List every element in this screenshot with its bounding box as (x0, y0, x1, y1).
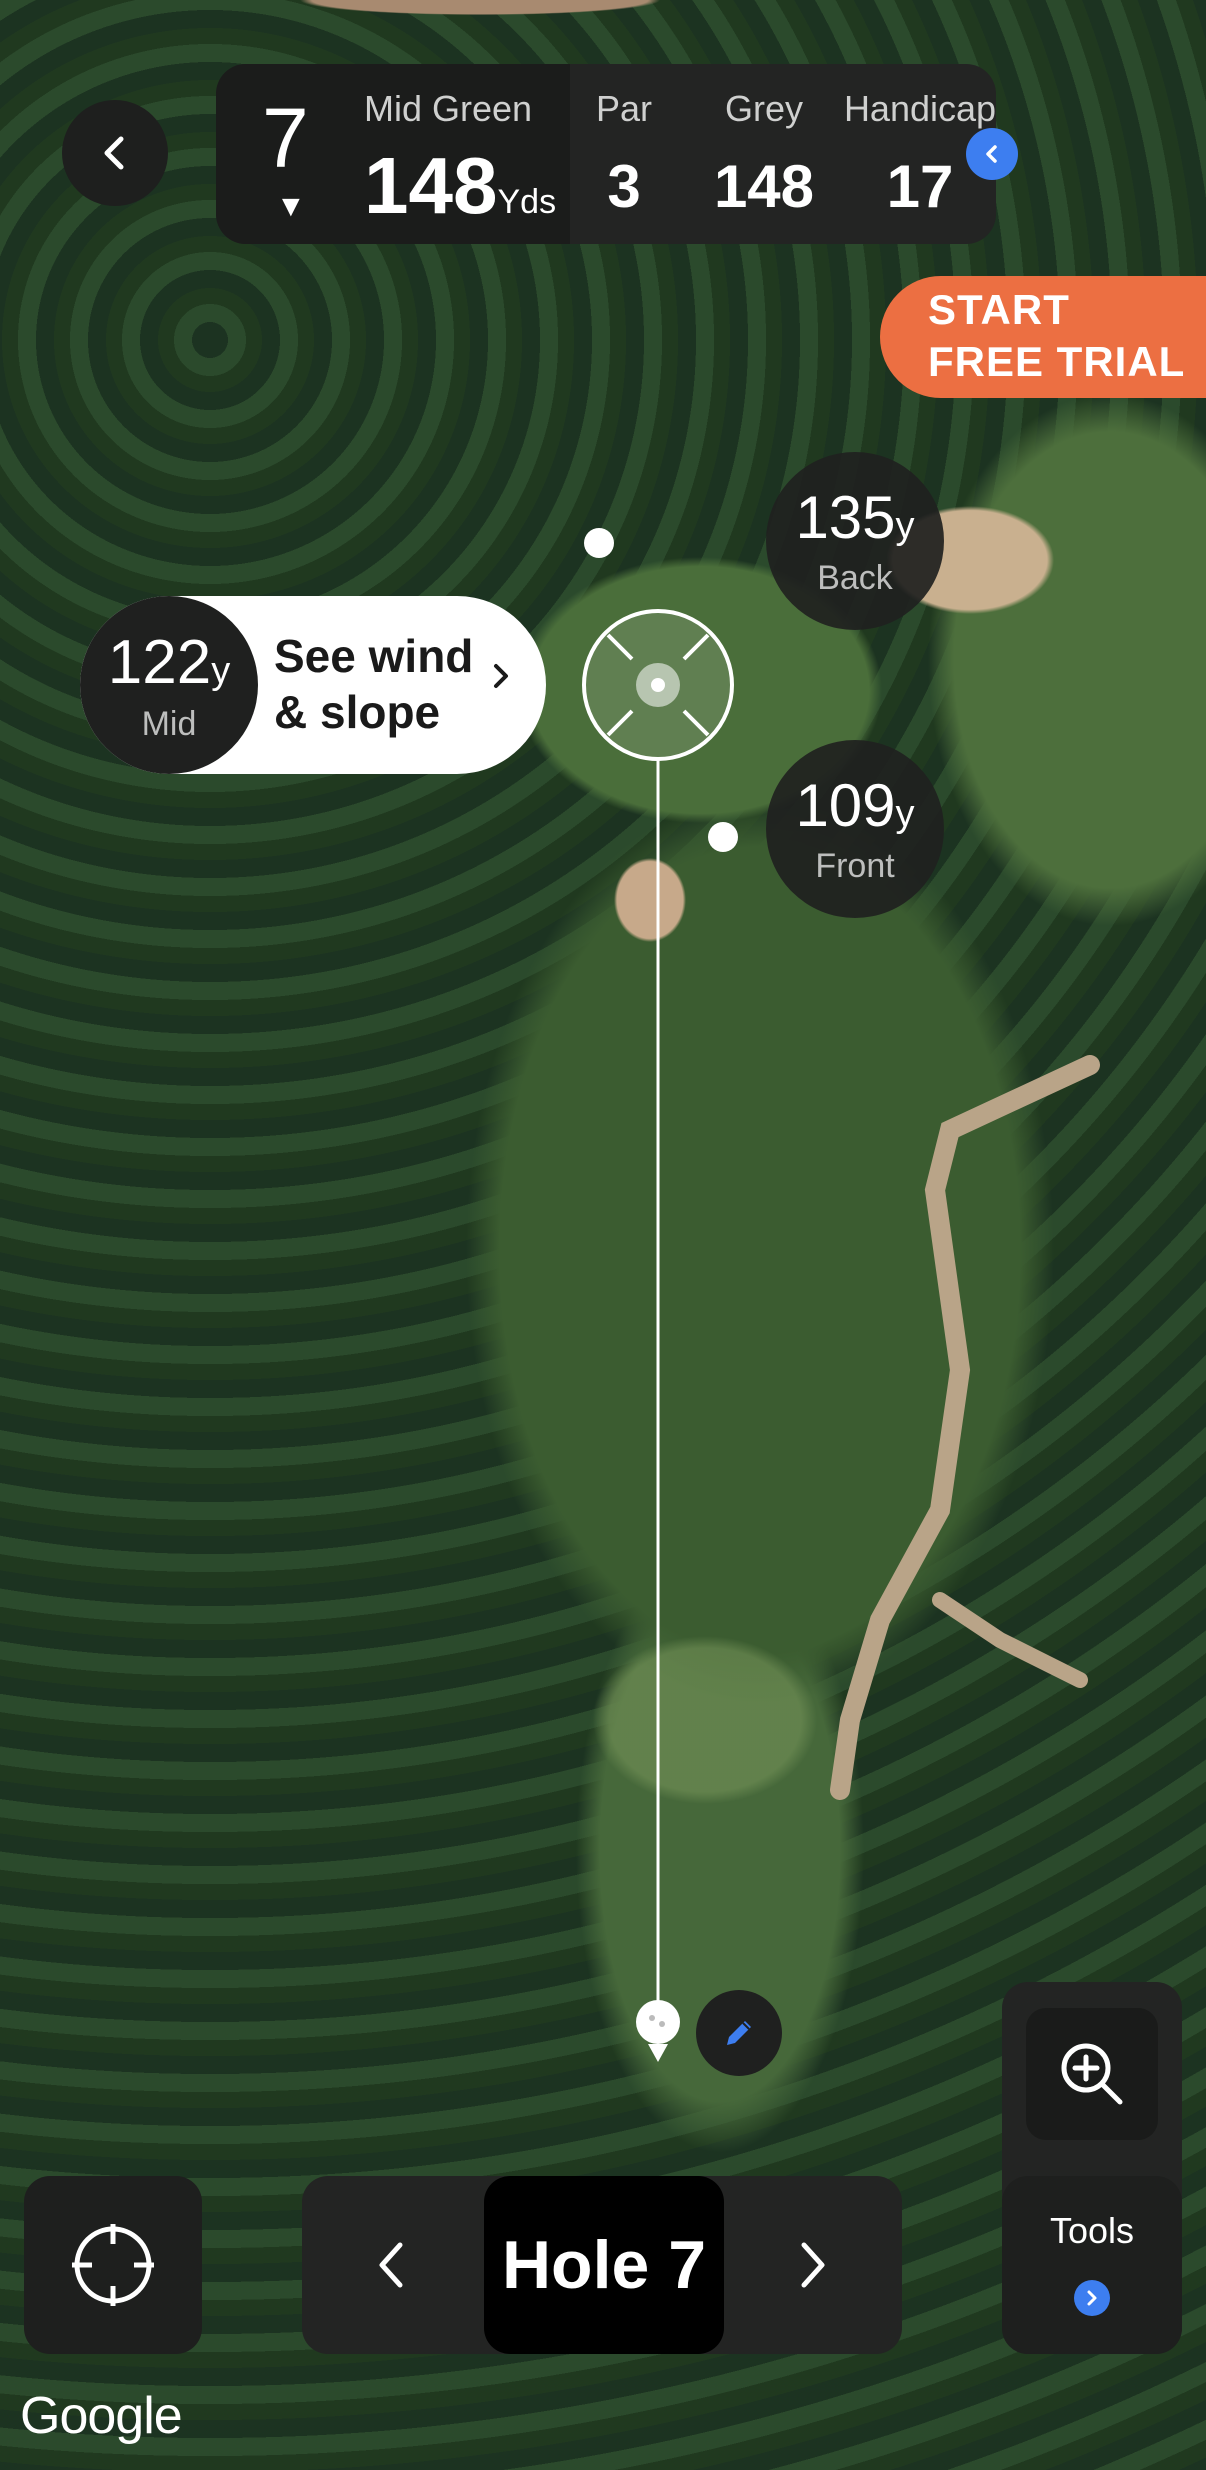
mid-distance-badge: 122y Mid (80, 596, 258, 774)
wind-line-1: See wind (274, 630, 474, 682)
front-distance-label: Front (815, 847, 895, 885)
wind-slope-label: See wind & slope (274, 628, 473, 740)
caret-down-icon: ▼ (276, 190, 306, 223)
wind-slope-button[interactable]: 122y Mid See wind & slope (80, 596, 546, 774)
hole-number: 7 (262, 91, 309, 185)
mid-distance-unit: y (211, 650, 231, 692)
header-collapse-button[interactable] (966, 128, 1018, 180)
map-attribution: Google (20, 2387, 183, 2445)
mid-green-unit: Yds (497, 183, 557, 221)
back-distance-label: Back (817, 559, 893, 597)
hole-navigator: Hole 7 (302, 2176, 902, 2354)
target-reticle-icon[interactable] (582, 609, 734, 761)
tee-yardage: 148 (713, 153, 815, 220)
wind-line-2: & slope (274, 686, 441, 738)
zoom-in-button[interactable] (1026, 2008, 1158, 2140)
trial-line-1: START (928, 286, 1070, 333)
current-hole-label[interactable]: Hole 7 (484, 2176, 724, 2354)
back-button[interactable] (62, 100, 168, 206)
recenter-location-button[interactable] (24, 2176, 202, 2354)
back-marker (584, 528, 614, 558)
front-distance-value: 109 (795, 772, 896, 839)
front-distance-badge: 109y Front (766, 740, 944, 918)
handicap-label: Handicap (843, 88, 997, 129)
mid-green-number: 148 (364, 141, 498, 230)
chevron-left-icon (986, 145, 997, 163)
edit-position-button[interactable] (696, 1990, 782, 2076)
tools-panel: Tools (1002, 1982, 1182, 2354)
chevron-left-icon (379, 2242, 403, 2288)
back-distance-value: 135 (795, 484, 896, 551)
tools-button[interactable]: Tools (1002, 2176, 1182, 2354)
front-distance-unit: y (895, 793, 915, 835)
mid-distance-value: 122 (107, 628, 212, 697)
mid-distance-label: Mid (141, 705, 197, 743)
crosshair-icon (72, 2224, 154, 2306)
chevron-right-icon (1087, 2290, 1097, 2306)
hole-info-header: 7 ▼ Mid Green 148Yds Par 3 Grey 148 Hand… (216, 64, 996, 244)
back-distance-unit: y (895, 505, 915, 547)
chevron-right-icon (494, 664, 508, 688)
mid-green-value: 148Yds (364, 140, 556, 232)
previous-hole-button[interactable] (302, 2176, 482, 2354)
start-free-trial-button[interactable]: START FREE TRIAL (880, 276, 1206, 398)
tee-label: Grey (724, 88, 803, 129)
zoom-in-icon (1061, 2043, 1123, 2105)
golf-ball-icon[interactable] (636, 2000, 680, 2062)
back-chevron-icon (104, 136, 124, 170)
hole-selector[interactable]: 7 ▼ Mid Green 148Yds (216, 64, 570, 244)
front-marker (708, 822, 738, 852)
back-distance-badge: 135y Back (766, 452, 944, 630)
pencil-icon (727, 2021, 751, 2045)
par-label: Par (595, 88, 653, 129)
tools-label: Tools (1049, 2210, 1135, 2251)
par-value: 3 (607, 153, 641, 220)
next-hole-button[interactable] (722, 2176, 902, 2354)
chevron-right-icon (801, 2242, 825, 2288)
trial-line-2: FREE TRIAL (928, 338, 1186, 385)
mid-green-label: Mid Green (364, 88, 533, 129)
tools-expand-badge (1074, 2280, 1110, 2316)
